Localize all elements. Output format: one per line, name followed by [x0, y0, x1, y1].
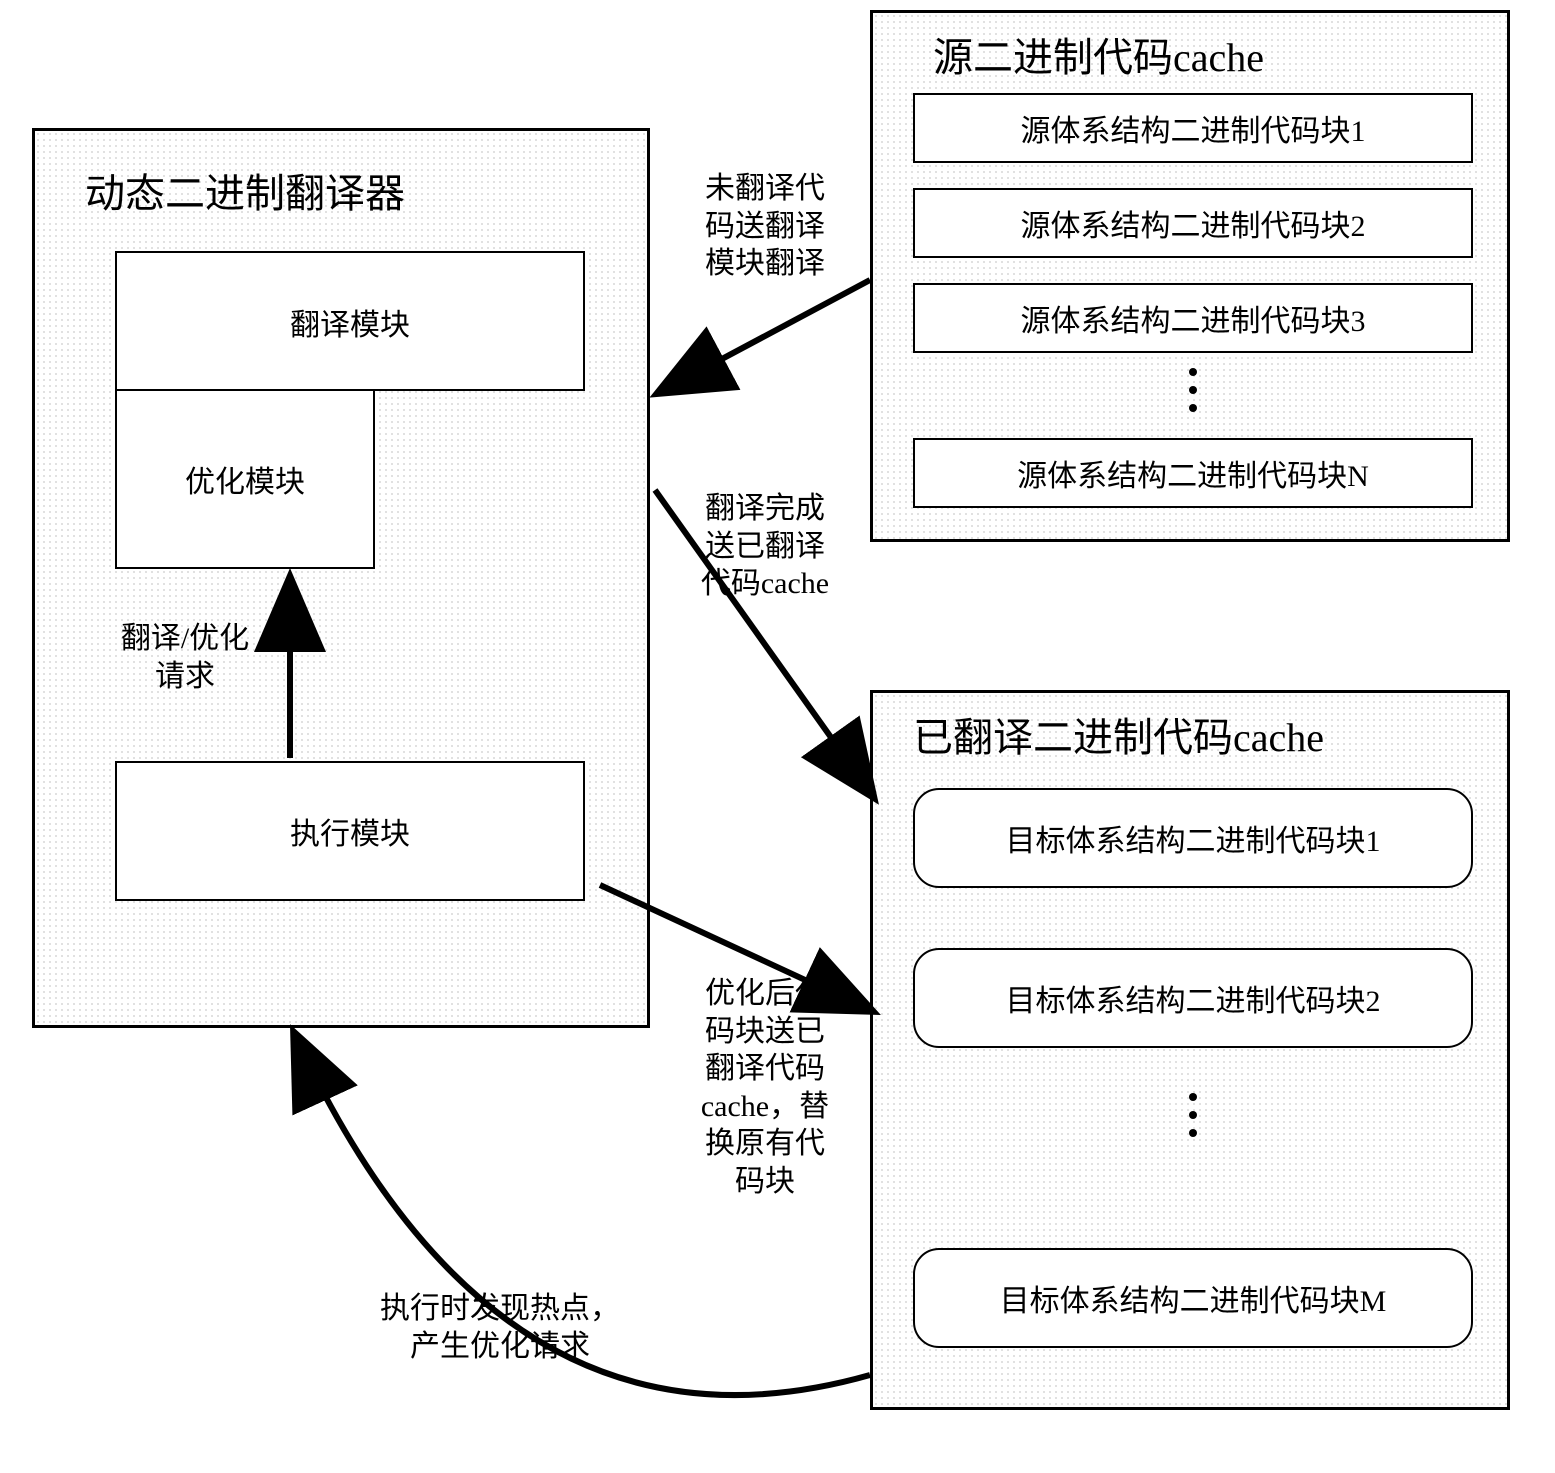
- source-block-2-label: 源体系结构二进制代码块2: [1021, 201, 1366, 245]
- source-block-3: 源体系结构二进制代码块3: [913, 283, 1473, 353]
- req-label: 翻译/优化 请求: [110, 620, 260, 695]
- source-block-3-label: 源体系结构二进制代码块3: [1021, 296, 1366, 340]
- target-block-2-label: 目标体系结构二进制代码块2: [1006, 976, 1381, 1020]
- source-block-1-label: 源体系结构二进制代码块1: [1021, 106, 1366, 150]
- translator-panel: 动态二进制翻译器 翻译模块 优化模块 执行模块: [32, 128, 650, 1028]
- target-ellipsis: [1189, 1093, 1197, 1137]
- optimized-replace-edge-label: 优化后代 码块送已 翻译代码 cache，替 换原有代 码块: [680, 975, 850, 1200]
- source-block-2: 源体系结构二进制代码块2: [913, 188, 1473, 258]
- translator-title: 动态二进制翻译器: [85, 161, 405, 219]
- target-block-1-label: 目标体系结构二进制代码块1: [1006, 816, 1381, 860]
- untranslated-edge-label: 未翻译代 码送翻译 模块翻译: [680, 170, 850, 283]
- exec-module-box: 执行模块: [115, 761, 585, 901]
- done-translate-edge-label: 翻译完成 送已翻译 代码cache: [680, 490, 850, 603]
- translated-cache-panel: 已翻译二进制代码cache 目标体系结构二进制代码块1 目标体系结构二进制代码块…: [870, 690, 1510, 1410]
- translate-module-label: 翻译模块: [290, 300, 410, 344]
- source-block-n: 源体系结构二进制代码块N: [913, 438, 1473, 508]
- translated-cache-title: 已翻译二进制代码cache: [913, 705, 1324, 763]
- hotspot-edge-label: 执行时发现热点， 产生优化请求: [340, 1290, 660, 1365]
- target-block-m: 目标体系结构二进制代码块M: [913, 1248, 1473, 1348]
- exec-module-label: 执行模块: [290, 809, 410, 853]
- translate-module-box: 翻译模块: [115, 251, 585, 391]
- source-cache-title: 源二进制代码cache: [933, 25, 1264, 83]
- target-block-2: 目标体系结构二进制代码块2: [913, 948, 1473, 1048]
- target-block-m-label: 目标体系结构二进制代码块M: [1000, 1276, 1387, 1320]
- target-block-1: 目标体系结构二进制代码块1: [913, 788, 1473, 888]
- source-cache-panel: 源二进制代码cache 源体系结构二进制代码块1 源体系结构二进制代码块2 源体…: [870, 10, 1510, 542]
- translate-box-right-border: [373, 389, 585, 391]
- source-block-n-label: 源体系结构二进制代码块N: [1017, 451, 1369, 495]
- optimize-module-box: 优化模块: [115, 389, 375, 569]
- optimize-module-label: 优化模块: [185, 457, 305, 501]
- arrow-untranslated: [660, 280, 870, 392]
- source-ellipsis: [1189, 368, 1197, 412]
- source-block-1: 源体系结构二进制代码块1: [913, 93, 1473, 163]
